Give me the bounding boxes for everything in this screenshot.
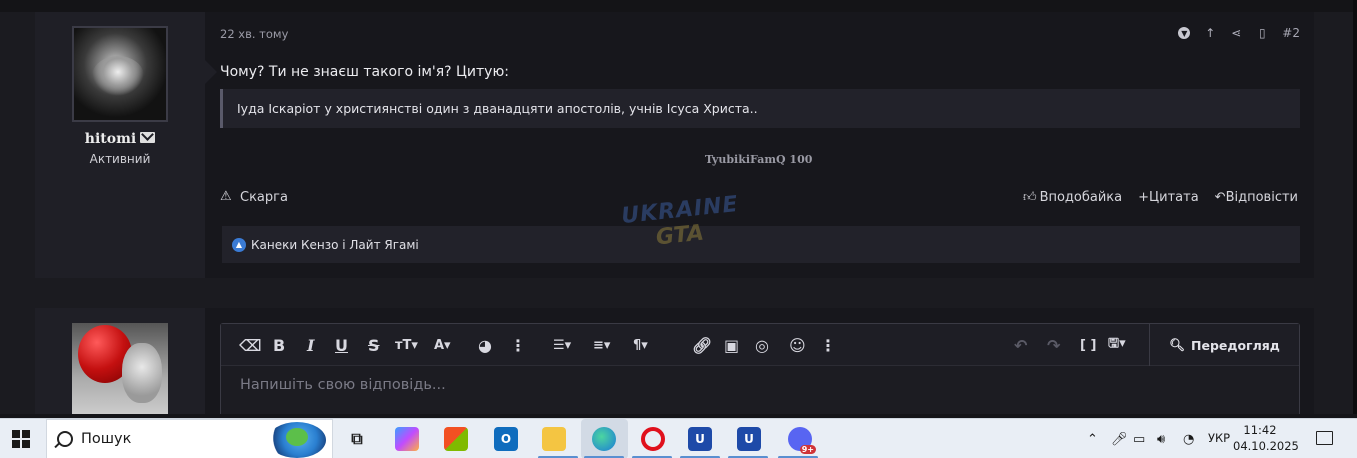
game-launcher-icon[interactable]: U [688,427,712,451]
chevron-down-icon[interactable]: ▼ [1178,27,1191,39]
drafts-icon[interactable]: 🖫▾ [1108,334,1126,356]
edge-icon[interactable] [592,427,616,451]
font-size-icon[interactable]: тT▾ [395,334,418,356]
language-indicator[interactable]: УКР [1208,431,1230,445]
post-timestamp[interactable]: 22 хв. тому [220,27,288,41]
clock[interactable]: 11:42 04.10.2025 [1233,422,1299,454]
clock-time: 11:42 [1243,423,1277,437]
reply-user-column [35,308,205,414]
mail-icon[interactable] [140,132,156,143]
microphone-icon[interactable]: 🎤︎ [1111,432,1128,447]
top-strip [0,0,1357,12]
warning-icon [220,189,234,204]
speaker-icon[interactable]: 🔊︎ [1157,432,1165,447]
strikethrough-icon[interactable]: S [368,334,380,356]
quick-reply: ⌫ B I U S тT▾ A▾ ◕ ⋮ ☰▾ ≡▾ ¶▾ 🔗︎ ▣ ◎ ☺ ⋮… [35,308,1314,414]
bookmark-icon[interactable]: ▯ [1256,26,1268,40]
face-image [122,343,162,403]
store-icon[interactable] [444,427,468,451]
reply-editor: ⌫ B I U S тT▾ A▾ ◕ ⋮ ☰▾ ≡▾ ¶▾ 🔗︎ ▣ ◎ ☺ ⋮… [220,323,1300,414]
post-arrow [205,60,217,84]
post-footer-actions: 👍︎ Вподобайка +Цитата ↶Відповісти [1023,190,1298,205]
username[interactable]: hitomi [35,131,205,147]
paragraph-icon[interactable]: ¶▾ [633,334,648,356]
emoji-icon[interactable]: ☺ [789,334,806,356]
copilot-icon[interactable] [395,427,419,451]
italic-icon[interactable]: I [307,334,314,356]
post-number[interactable]: #2 [1282,26,1300,40]
user-signature: TyubikiFamQ 100 [705,153,813,166]
reply-icon: ↶ [1214,190,1226,205]
editor-toolbar: ⌫ B I U S тT▾ A▾ ◕ ⋮ ☰▾ ≡▾ ¶▾ 🔗︎ ▣ ◎ ☺ ⋮… [221,324,1299,366]
hide-content-icon[interactable]: ◎ [755,334,769,356]
avatar[interactable] [72,26,168,122]
font-family-icon[interactable]: A▾ [434,334,451,356]
wifi-icon[interactable]: ◔ [1183,432,1194,447]
like-button[interactable]: 👍︎ Вподобайка [1023,190,1122,205]
eraser-icon[interactable]: ⌫ [239,334,262,356]
game-launcher-icon[interactable]: U [737,427,761,451]
search-label: Пошук [81,431,132,447]
reactions-text[interactable]: Канеки Кензо і Лайт Ягамі [251,238,419,252]
site-watermark-logo: UKRAINE GTA [620,191,740,251]
battery-icon[interactable]: ▭ [1133,432,1145,447]
post-header-actions: ▼ ↑ ⋖ ▯ #2 [1178,26,1300,40]
quote-button[interactable]: +Цитата [1138,190,1199,205]
taskbar-search[interactable]: Пошук [46,419,333,458]
taskbar: Пошук ⧉ O U U 9+ ⌃ 🎤︎ ▭ 🔊︎ ◔ УКР 11:42 0… [0,418,1357,458]
notification-icon[interactable] [1316,431,1333,445]
clock-date: 04.10.2025 [1233,439,1299,453]
image-icon[interactable]: ▣ [724,334,739,356]
plus-icon: + [1138,190,1150,205]
arrow-up-icon[interactable]: ↑ [1204,26,1216,40]
bbcode-toggle-icon[interactable]: [ ] [1080,334,1096,356]
bold-icon[interactable]: B [273,334,285,356]
search-icon [57,431,73,447]
palette-icon[interactable]: ◕ [478,334,492,356]
discord-icon[interactable]: 9+ [788,427,816,454]
more-insert-icon[interactable]: ⋮ [820,334,836,356]
thumbs-up-icon: 👍︎ [1022,190,1037,205]
preview-icon: 🔍︎ [1169,337,1185,352]
report-label: Скарга [240,190,288,205]
outlook-icon[interactable]: O [494,427,518,451]
search-highlight-icon [268,422,326,458]
reactions-bar: ▲ Канеки Кензо і Лайт Ягамі [222,226,1300,263]
user-title: Активний [89,152,151,166]
scrollbar-edge[interactable] [1353,0,1357,414]
quote-text: Іуда Іскаріот у християнстві один з дван… [237,101,758,116]
username-text[interactable]: hitomi [85,131,136,147]
opera-icon[interactable] [641,427,665,451]
file-explorer-icon[interactable] [542,427,566,451]
reply-button[interactable]: ↶Відповісти [1215,190,1298,205]
more-options-icon[interactable]: ⋮ [510,334,526,356]
like-reaction-icon: ▲ [232,237,246,252]
link-icon[interactable]: 🔗︎ [692,334,712,356]
chevron-up-icon[interactable]: ⌃ [1087,432,1098,447]
list-icon[interactable]: ☰▾ [553,334,571,356]
task-view-icon[interactable]: ⧉ [345,427,369,451]
reply-input[interactable]: Напишіть свою відповідь... [240,377,446,393]
preview-button[interactable]: 🔍︎ Передогляд [1149,324,1299,366]
underline-icon[interactable]: U [335,334,348,356]
post-quote: Іуда Іскаріот у християнстві один з дван… [220,89,1300,128]
undo-icon[interactable]: ↶ [1014,334,1027,356]
avatar [72,323,168,414]
redo-icon[interactable]: ↷ [1047,334,1060,356]
align-icon[interactable]: ≡▾ [593,334,610,356]
post-user-column: hitomi Активний [35,12,205,278]
windows-start-icon[interactable] [12,430,30,448]
share-icon[interactable]: ⋖ [1230,26,1242,40]
report-button[interactable]: Скарга [220,189,288,205]
post-body: Чому? Ти не знаєш такого ім'я? Цитую: [220,64,509,80]
